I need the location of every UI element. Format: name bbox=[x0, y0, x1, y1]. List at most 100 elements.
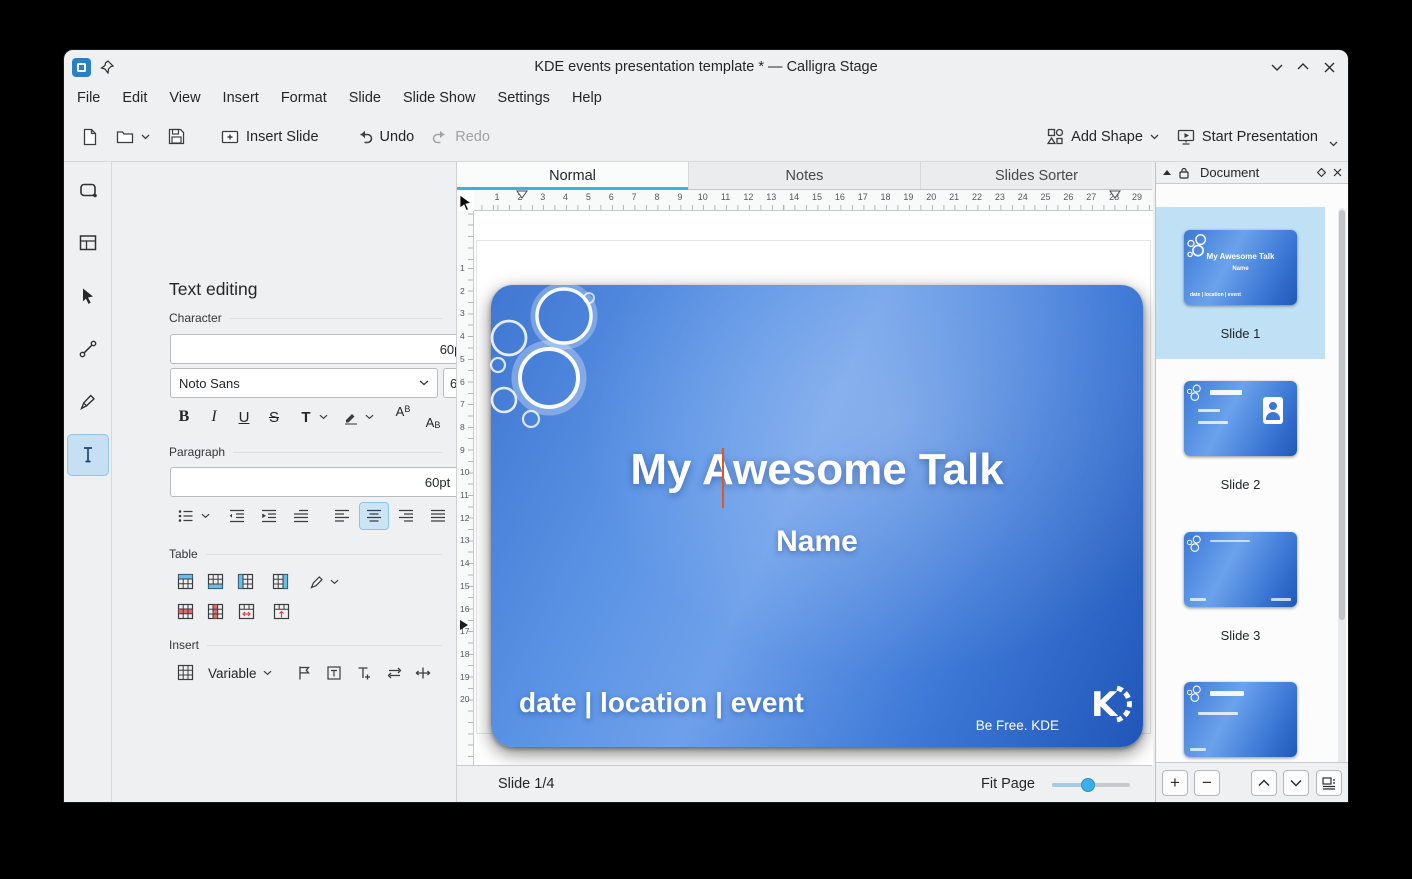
delete-row-button[interactable] bbox=[172, 599, 198, 624]
menu-help[interactable]: Help bbox=[561, 86, 613, 110]
menu-slide-show[interactable]: Slide Show bbox=[392, 86, 487, 110]
indent-increase-button[interactable] bbox=[255, 503, 283, 529]
maximize-button[interactable] bbox=[1290, 55, 1316, 79]
insert-table-button[interactable] bbox=[172, 660, 198, 685]
insert-bookmark-button[interactable] bbox=[291, 660, 317, 685]
list-style-button[interactable] bbox=[172, 503, 200, 529]
slide-thumbnail-1[interactable]: My Awesome Talk Name date | location | e… bbox=[1184, 230, 1297, 305]
zoom-mode-label[interactable]: Fit Page bbox=[981, 776, 1035, 792]
shape-handling-tool[interactable] bbox=[68, 170, 108, 210]
thumbnail-scrollbar[interactable] bbox=[1338, 208, 1346, 762]
menu-settings[interactable]: Settings bbox=[487, 86, 561, 110]
indent-marker-left[interactable] bbox=[516, 190, 528, 199]
document-docker-header[interactable]: Document bbox=[1156, 162, 1348, 184]
split-cells-button[interactable] bbox=[268, 599, 294, 624]
add-slide-button[interactable]: + bbox=[1162, 770, 1188, 796]
merge-cells-button[interactable] bbox=[233, 599, 259, 624]
slide-title-text[interactable]: My Awesome Talk bbox=[491, 445, 1143, 495]
selection-tool[interactable] bbox=[68, 276, 108, 316]
menu-edit[interactable]: Edit bbox=[111, 86, 158, 110]
insert-text-button[interactable] bbox=[351, 660, 377, 685]
zoom-slider[interactable] bbox=[1052, 783, 1130, 787]
close-button[interactable] bbox=[1316, 55, 1342, 79]
character-style-combo[interactable]: 60pt bbox=[170, 334, 492, 364]
text-tool[interactable] bbox=[68, 435, 108, 475]
expand-arrows-button[interactable] bbox=[410, 660, 436, 685]
align-left-button[interactable] bbox=[328, 503, 356, 529]
add-shape-button[interactable]: Add Shape bbox=[1040, 122, 1166, 151]
menu-file[interactable]: File bbox=[66, 86, 111, 110]
minimize-button[interactable] bbox=[1264, 55, 1290, 79]
toolbar-overflow-chevron[interactable] bbox=[1329, 141, 1338, 147]
insert-column-left-button[interactable] bbox=[232, 569, 258, 594]
insert-row-below-button[interactable] bbox=[202, 569, 228, 594]
lock-icon[interactable] bbox=[1179, 167, 1189, 179]
menu-slide[interactable]: Slide bbox=[338, 86, 392, 110]
slide-list-button[interactable] bbox=[1316, 770, 1342, 796]
superscript-button[interactable]: AB bbox=[389, 404, 417, 430]
vruler-marker[interactable] bbox=[459, 619, 469, 631]
zoom-slider-handle[interactable] bbox=[1081, 778, 1095, 792]
start-presentation-button[interactable]: Start Presentation bbox=[1170, 123, 1325, 151]
strikethrough-button[interactable]: S bbox=[260, 404, 288, 430]
subscript-button[interactable]: AB bbox=[419, 404, 447, 430]
insert-row-above-button[interactable] bbox=[172, 569, 198, 594]
paragraph-spacing-combo[interactable]: 60pt + bbox=[170, 467, 492, 497]
align-center-button[interactable] bbox=[360, 503, 388, 529]
undo-label: Undo bbox=[380, 129, 415, 145]
align-right-button[interactable] bbox=[392, 503, 420, 529]
save-button[interactable] bbox=[161, 122, 192, 151]
thumbnail-scrollbar-thumb[interactable] bbox=[1339, 210, 1345, 620]
italic-button[interactable]: I bbox=[200, 404, 228, 430]
tab-notes[interactable]: Notes bbox=[689, 162, 921, 189]
insert-frame-button[interactable] bbox=[321, 660, 347, 685]
slide-thumbnail-1-label[interactable]: Slide 1 bbox=[1156, 326, 1325, 341]
highlight-color-dropdown[interactable] bbox=[361, 404, 377, 430]
slide-footer-text[interactable]: date | location | event bbox=[519, 687, 804, 719]
delete-column-button[interactable] bbox=[202, 599, 228, 624]
float-docker-icon[interactable] bbox=[1317, 168, 1326, 177]
table-pen-dropdown[interactable] bbox=[326, 569, 342, 594]
bold-button[interactable]: B bbox=[170, 404, 198, 430]
indent-marker-right[interactable] bbox=[1109, 190, 1121, 199]
slide-canvas[interactable]: My Awesome Talk Name date | location | e… bbox=[474, 211, 1153, 765]
slide-thumbnail-3[interactable] bbox=[1184, 532, 1297, 607]
variable-dropdown[interactable]: Variable bbox=[204, 660, 276, 686]
undo-button[interactable]: Undo bbox=[350, 123, 422, 151]
indent-decrease-button[interactable] bbox=[223, 503, 251, 529]
list-style-dropdown[interactable] bbox=[197, 503, 213, 529]
remove-slide-button[interactable]: − bbox=[1194, 770, 1220, 796]
slide-thumbnail-2[interactable] bbox=[1184, 381, 1297, 456]
slide-thumbnail-2-label[interactable]: Slide 2 bbox=[1156, 477, 1325, 492]
slide-page[interactable]: My Awesome Talk Name date | location | e… bbox=[476, 240, 1151, 734]
new-document-button[interactable] bbox=[74, 122, 105, 152]
first-line-indent-button[interactable] bbox=[287, 503, 315, 529]
calligraphy-tool[interactable] bbox=[68, 382, 108, 422]
menu-format[interactable]: Format bbox=[270, 86, 338, 110]
collapse-arrow-icon[interactable] bbox=[1162, 169, 1172, 176]
open-document-button[interactable] bbox=[109, 123, 157, 151]
pin-icon[interactable] bbox=[100, 60, 114, 74]
slide-thumbnail-4[interactable] bbox=[1184, 682, 1297, 757]
layout-tool[interactable] bbox=[68, 223, 108, 263]
menu-insert[interactable]: Insert bbox=[212, 86, 270, 110]
menu-view[interactable]: View bbox=[158, 86, 211, 110]
insert-slide-button[interactable]: Insert Slide bbox=[214, 123, 326, 151]
align-justify-button[interactable] bbox=[424, 503, 452, 529]
slide-background[interactable]: My Awesome Talk Name date | location | e… bbox=[491, 285, 1143, 747]
swap-arrows-button[interactable] bbox=[381, 660, 407, 685]
slide-thumbnail-3-label[interactable]: Slide 3 bbox=[1156, 628, 1325, 643]
move-slide-up-button[interactable] bbox=[1251, 770, 1277, 796]
insert-column-right-button[interactable] bbox=[267, 569, 293, 594]
move-slide-down-button[interactable] bbox=[1283, 770, 1309, 796]
close-docker-icon[interactable] bbox=[1333, 168, 1342, 177]
tab-normal[interactable]: Normal bbox=[457, 162, 689, 189]
redo-button[interactable]: Redo bbox=[425, 123, 497, 151]
tab-slides-sorter[interactable]: Slides Sorter bbox=[921, 162, 1152, 189]
connection-tool[interactable] bbox=[68, 329, 108, 369]
titlebar[interactable]: KDE events presentation template * — Cal… bbox=[64, 50, 1348, 84]
underline-button[interactable]: U bbox=[230, 404, 258, 430]
format-character-dropdown[interactable] bbox=[315, 404, 331, 430]
font-family-combo[interactable]: Noto Sans bbox=[170, 368, 438, 398]
slide-subtitle-text[interactable]: Name bbox=[491, 525, 1143, 559]
